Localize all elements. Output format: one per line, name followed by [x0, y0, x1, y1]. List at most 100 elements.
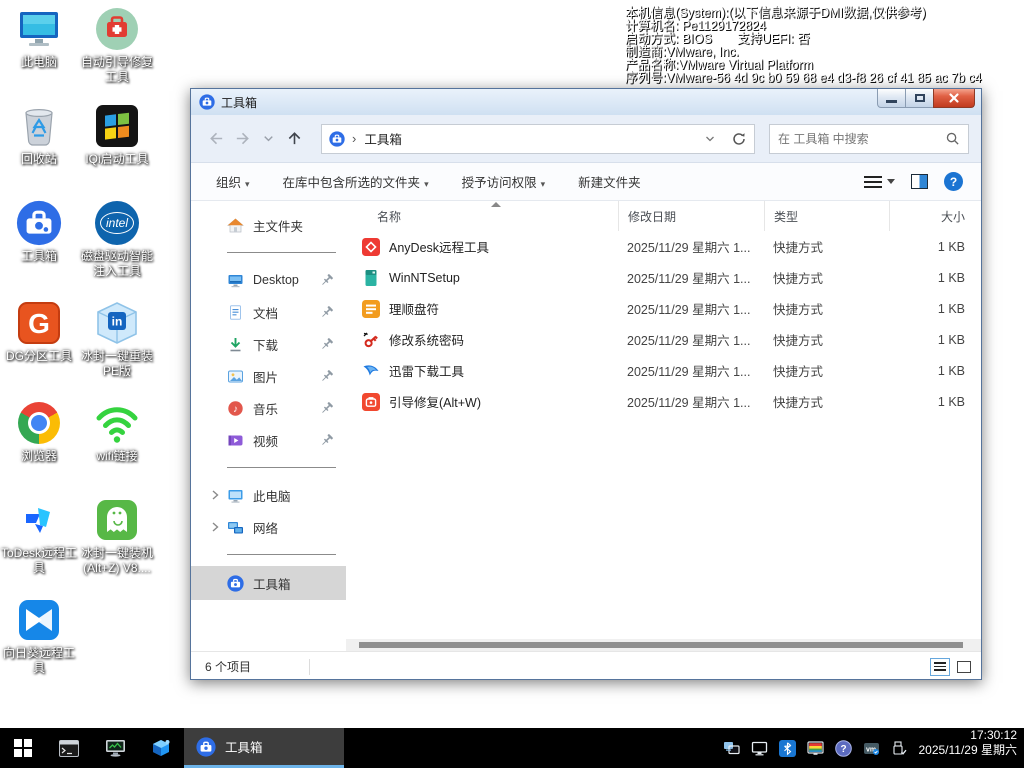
include-in-library-menu[interactable]: 在库中包含所选的文件夹▾	[283, 172, 429, 191]
pe-monitor-icon	[105, 739, 126, 757]
desktop-icon-label: 自动引导修复工具	[78, 55, 156, 85]
taskbar-cube-tool-button[interactable]	[138, 728, 184, 768]
desktop-icon-ghost-install[interactable]: 冰封一键装机(Alt+Z) V8....	[78, 497, 156, 576]
sidebar-item-downloads[interactable]: 下载	[191, 328, 346, 360]
file-row[interactable]: WinNTSetup 2025/11/29 星期六 1... 快捷方式 1 KB	[346, 262, 981, 293]
toolbox-icon	[196, 737, 216, 757]
file-row[interactable]: 迅雷下载工具 2025/11/29 星期六 1... 快捷方式 1 KB	[346, 355, 981, 386]
display-colors-icon[interactable]	[807, 740, 824, 757]
desktop-icon-iqi-boot[interactable]: IQi启动工具	[78, 103, 156, 167]
sidebar-item-this-pc[interactable]: 此电脑	[191, 479, 346, 511]
desktop-icon-label: 冰封一键装机(Alt+Z) V8....	[78, 546, 156, 576]
new-folder-button[interactable]: 新建文件夹	[578, 172, 641, 191]
sidebar-item-pictures[interactable]: 图片	[191, 360, 346, 392]
bluetooth-icon[interactable]	[779, 740, 796, 757]
chevron-right-icon[interactable]	[208, 488, 222, 502]
column-header-type[interactable]: 类型	[764, 201, 889, 231]
search-box[interactable]	[769, 124, 969, 154]
column-header-date[interactable]: 修改日期	[618, 201, 764, 231]
close-button[interactable]	[933, 89, 975, 108]
desktop-icon-browser[interactable]: 浏览器	[0, 400, 78, 464]
sidebar-item-toolbox-selected[interactable]: 工具箱	[191, 566, 346, 600]
window-titlebar[interactable]: 工具箱	[191, 89, 981, 115]
file-name: 迅雷下载工具	[389, 361, 464, 380]
change-view-menu[interactable]	[864, 176, 895, 188]
sidebar-item-desktop[interactable]: Desktop	[191, 264, 346, 296]
sidebar-item-label: 主文件夹	[253, 216, 303, 235]
network-computers-icon[interactable]	[723, 740, 740, 757]
task-label: 工具箱	[225, 737, 263, 756]
sidebar-separator	[227, 554, 336, 555]
file-size: 1 KB	[889, 386, 979, 417]
file-row[interactable]: 修改系统密码 2025/11/29 星期六 1... 快捷方式 1 KB	[346, 324, 981, 355]
sidebar-item-documents[interactable]: 文档	[191, 296, 346, 328]
start-button[interactable]	[0, 728, 46, 768]
breadcrumb[interactable]: 工具箱	[364, 129, 402, 148]
file-date: 2025/11/29 星期六 1...	[618, 262, 764, 293]
sidebar-item-network[interactable]: 网络	[191, 511, 346, 543]
usb-device-icon[interactable]	[891, 740, 908, 757]
toolbox-icon	[227, 575, 244, 592]
desktop-icon-label: 浏览器	[0, 449, 78, 464]
desktop-icon-boot-repair[interactable]: 自动引导修复工具	[78, 6, 156, 85]
desktop-icon-ice-pe[interactable]: in 冰封一键重装PE版	[78, 300, 156, 379]
desktop-icon-intel-inject[interactable]: intel 磁盘驱动智能注入工具	[78, 200, 156, 279]
sidebar-item-music[interactable]: ♪ 音乐	[191, 392, 346, 424]
column-header-size[interactable]: 大小	[889, 201, 979, 231]
file-row[interactable]: 引导修复(Alt+W) 2025/11/29 星期六 1... 快捷方式 1 K…	[346, 386, 981, 417]
desktop-icon-recycle-bin[interactable]: 回收站	[0, 103, 78, 167]
desktop-icon-wifi[interactable]: wifi链接	[78, 400, 156, 464]
refresh-icon[interactable]	[731, 131, 747, 147]
desktop-icon-toolbox[interactable]: 工具箱	[0, 200, 78, 264]
thumbnail-view-button[interactable]	[957, 661, 971, 673]
file-row[interactable]: AnyDesk远程工具 2025/11/29 星期六 1... 快捷方式 1 K…	[346, 231, 981, 262]
display-device-icon[interactable]	[751, 740, 768, 757]
file-type: 快捷方式	[764, 231, 889, 262]
file-row[interactable]: 理顺盘符 2025/11/29 星期六 1... 快捷方式 1 KB	[346, 293, 981, 324]
up-button[interactable]	[281, 126, 307, 152]
file-size: 1 KB	[889, 262, 979, 293]
window-body: 主文件夹 Desktop 文档	[191, 201, 981, 651]
taskbar-pe-tool-button[interactable]	[92, 728, 138, 768]
sidebar-item-label: 音乐	[253, 399, 278, 418]
forward-button[interactable]	[229, 126, 255, 152]
search-input[interactable]	[778, 132, 945, 146]
organize-menu[interactable]: 组织▾	[216, 172, 250, 191]
taskbar: 工具箱 ? vm 17:30:12 2025/11/29 星期六	[0, 728, 1024, 768]
maximize-button[interactable]	[905, 89, 934, 108]
search-icon[interactable]	[945, 131, 960, 146]
scrollbar-thumb[interactable]	[359, 642, 963, 648]
taskbar-cmd-button[interactable]	[46, 728, 92, 768]
details-view-button[interactable]	[930, 658, 950, 676]
vmware-tools-icon[interactable]: vm	[863, 740, 880, 757]
back-button[interactable]	[203, 126, 229, 152]
desktop-icon-todesk[interactable]: ToDesk远程工具	[0, 497, 78, 576]
window-controls	[878, 89, 975, 108]
taskbar-task-toolbox[interactable]: 工具箱	[184, 728, 344, 768]
address-dropdown-chevron-icon[interactable]	[703, 132, 717, 146]
help-question-icon[interactable]: ?	[835, 740, 852, 757]
minimize-button[interactable]	[877, 89, 906, 108]
column-header-name[interactable]: 名称	[346, 208, 618, 225]
recent-locations-chevron-icon[interactable]	[255, 126, 281, 152]
desktop-icon-this-pc[interactable]: 此电脑	[0, 6, 78, 70]
sidebar-item-label: 此电脑	[253, 486, 291, 505]
give-access-menu[interactable]: 授予访问权限▾	[462, 172, 546, 191]
taskbar-clock[interactable]: 17:30:12 2025/11/29 星期六	[918, 728, 1024, 768]
horizontal-scrollbar[interactable]	[346, 639, 981, 651]
svg-text:♪: ♪	[233, 404, 238, 415]
column-headers: 名称 修改日期 类型 大小	[346, 201, 981, 231]
address-bar[interactable]: › 工具箱	[321, 124, 755, 154]
help-icon[interactable]: ?	[944, 172, 963, 191]
desktop-icon-label: wifi链接	[78, 449, 156, 464]
chevron-right-icon[interactable]	[208, 520, 222, 534]
sidebar-item-home[interactable]: 主文件夹	[191, 209, 346, 241]
thunder-icon	[362, 362, 380, 380]
command-bar: 组织▾ 在库中包含所选的文件夹▾ 授予访问权限▾ 新建文件夹 ?	[191, 163, 981, 201]
desktop-icon-dg-partition[interactable]: G DG分区工具	[0, 300, 78, 364]
sidebar-item-videos[interactable]: 视频	[191, 424, 346, 456]
desktop-icon-sunlogin[interactable]: 向日葵远程工具	[0, 597, 78, 676]
computer-icon	[227, 487, 244, 504]
preview-pane-icon[interactable]	[911, 174, 928, 189]
sidebar-item-label: 下载	[253, 335, 278, 354]
